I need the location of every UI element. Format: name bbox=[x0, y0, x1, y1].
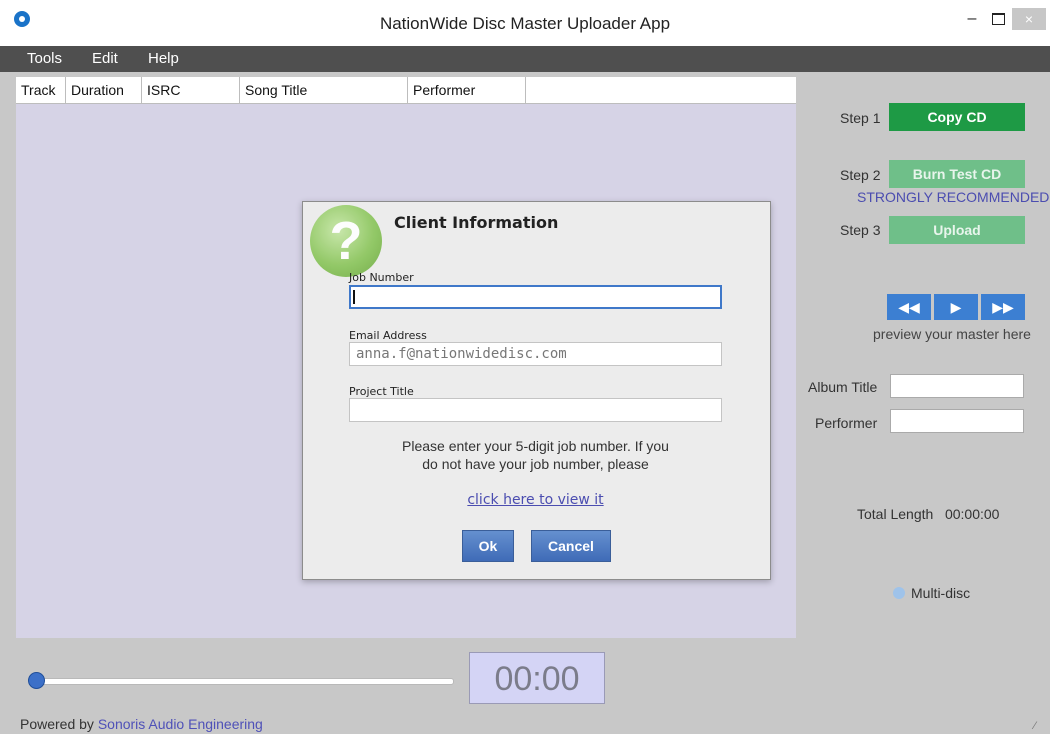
maximize-button[interactable] bbox=[986, 8, 1010, 30]
cancel-button[interactable]: Cancel bbox=[531, 530, 611, 562]
copy-cd-button[interactable]: Copy CD bbox=[889, 103, 1025, 131]
fast-forward-icon: ▶▶ bbox=[992, 299, 1014, 315]
menu-bar: Tools Edit Help bbox=[0, 46, 1050, 72]
sonoris-link[interactable]: Sonoris Audio Engineering bbox=[98, 716, 263, 732]
playback-slider-thumb[interactable] bbox=[28, 672, 45, 689]
multi-disc-option[interactable]: Multi-disc bbox=[893, 585, 970, 601]
question-mark-icon: ? bbox=[310, 205, 382, 277]
preview-hint: preview your master here bbox=[873, 326, 1031, 342]
multi-disc-label: Multi-disc bbox=[911, 585, 971, 601]
multi-disc-radio[interactable] bbox=[893, 587, 905, 599]
email-address-input[interactable] bbox=[349, 342, 722, 366]
album-title-label: Album Title bbox=[808, 379, 878, 395]
media-controls: ◀◀ ▶ ▶▶ bbox=[887, 294, 1027, 320]
menu-tools[interactable]: Tools bbox=[27, 50, 62, 67]
column-isrc[interactable]: ISRC bbox=[142, 77, 240, 103]
dialog-title: Client Information bbox=[394, 213, 559, 232]
play-icon: ▶ bbox=[950, 299, 962, 315]
view-job-number-link[interactable]: click here to view it bbox=[349, 492, 722, 508]
track-table-header: Track Duration ISRC Song Title Performer bbox=[16, 77, 796, 104]
column-song-title[interactable]: Song Title bbox=[240, 77, 408, 103]
playback-slider-track[interactable] bbox=[32, 678, 454, 685]
step-1-label: Step 1 bbox=[840, 110, 881, 126]
rewind-button[interactable]: ◀◀ bbox=[887, 294, 931, 320]
performer-label: Performer bbox=[815, 415, 878, 431]
powered-by-label: Powered by bbox=[20, 716, 94, 732]
dialog-message: Please enter your 5-digit job number. If… bbox=[349, 437, 722, 473]
project-title-label: Project Title bbox=[349, 385, 414, 398]
column-duration[interactable]: Duration bbox=[66, 77, 142, 103]
close-button[interactable]: × bbox=[1012, 8, 1046, 30]
resize-grip-icon[interactable]: ⁄ bbox=[1034, 720, 1046, 732]
step-2-label: Step 2 bbox=[840, 167, 881, 183]
step-3-label: Step 3 bbox=[840, 222, 881, 238]
performer-input[interactable] bbox=[890, 409, 1024, 433]
total-length: Total Length 00:00:00 bbox=[857, 506, 999, 522]
ok-button[interactable]: Ok bbox=[462, 530, 514, 562]
fast-forward-button[interactable]: ▶▶ bbox=[981, 294, 1025, 320]
upload-button[interactable]: Upload bbox=[889, 216, 1025, 244]
play-button[interactable]: ▶ bbox=[934, 294, 978, 320]
column-track[interactable]: Track bbox=[16, 77, 66, 103]
dialog-message-line-2: do not have your job number, please bbox=[422, 456, 649, 472]
maximize-icon bbox=[991, 12, 1005, 25]
job-number-input[interactable] bbox=[349, 285, 722, 309]
column-performer[interactable]: Performer bbox=[408, 77, 526, 103]
project-title-input[interactable] bbox=[349, 398, 722, 422]
burn-test-cd-button[interactable]: Burn Test CD bbox=[889, 160, 1025, 188]
bottom-bar: 00:00 Powered by Sonoris Audio Engineeri… bbox=[0, 638, 1050, 734]
time-display: 00:00 bbox=[469, 652, 605, 704]
minimize-button[interactable]: – bbox=[960, 8, 984, 30]
email-address-label: Email Address bbox=[349, 329, 427, 342]
powered-by: Powered by Sonoris Audio Engineering bbox=[20, 716, 263, 732]
menu-edit[interactable]: Edit bbox=[92, 50, 118, 67]
album-title-input[interactable] bbox=[890, 374, 1024, 398]
menu-help[interactable]: Help bbox=[148, 50, 179, 67]
total-length-value: 00:00:00 bbox=[944, 506, 1000, 522]
window-title: NationWide Disc Master Uploader App bbox=[379, 14, 671, 33]
text-caret bbox=[353, 290, 355, 304]
title-bar: NationWide Disc Master Uploader App – × bbox=[0, 0, 1050, 47]
strongly-recommended-note: STRONGLY RECOMMENDED bbox=[857, 189, 1050, 205]
dialog-message-line-1: Please enter your 5-digit job number. If… bbox=[402, 438, 669, 454]
total-length-label: Total Length bbox=[857, 506, 934, 522]
rewind-icon: ◀◀ bbox=[898, 299, 920, 315]
job-number-label: Job Number bbox=[349, 271, 414, 284]
